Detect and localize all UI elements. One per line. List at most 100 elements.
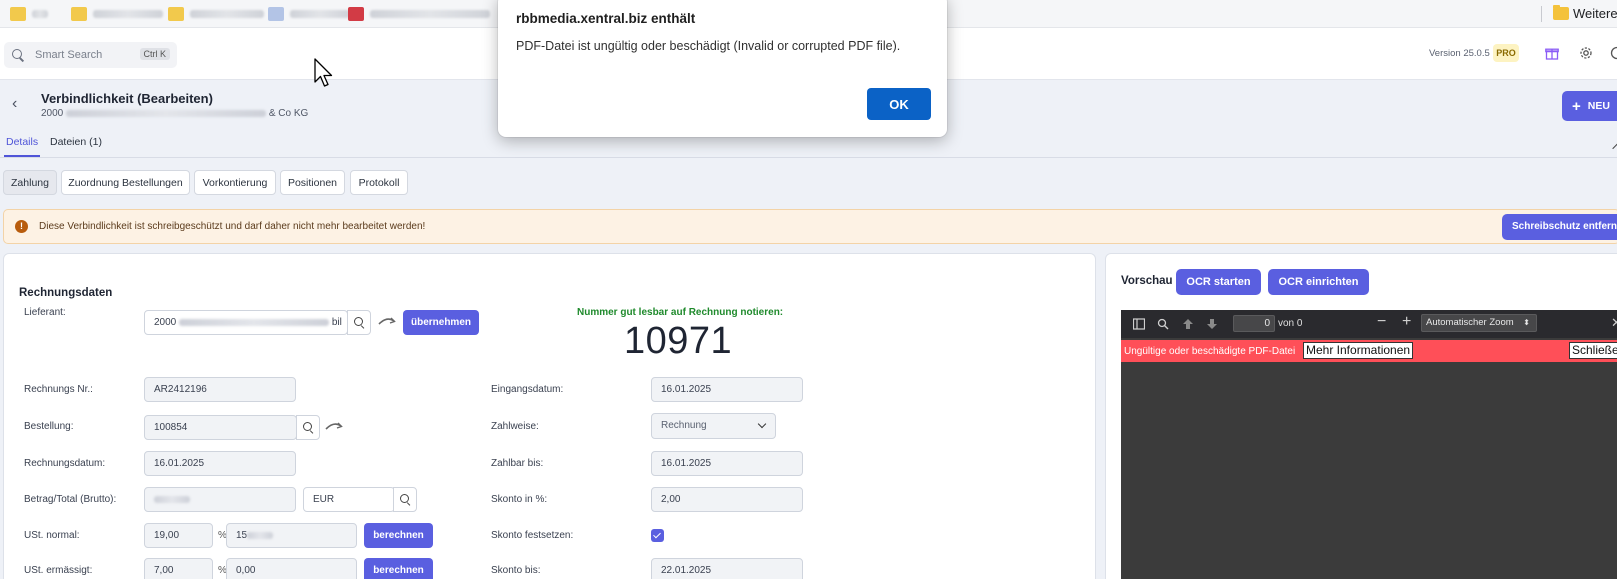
supplier-search-button[interactable] — [347, 310, 371, 335]
plan-badge: PRO — [1493, 44, 1519, 62]
previous-page-icon[interactable] — [1182, 318, 1194, 330]
readonly-warning: ! Diese Verbindlichkeit ist schreibgesch… — [3, 209, 1617, 244]
next-page-icon[interactable] — [1206, 318, 1218, 330]
number-hint: Nummer gut lesbar auf Rechnung notieren: — [577, 307, 784, 318]
payment-method-select[interactable]: Rechnung — [651, 413, 776, 439]
bookmarks-separator — [1541, 6, 1542, 22]
search-shortcut: Ctrl K — [139, 48, 170, 60]
search-icon — [303, 422, 315, 434]
zoom-select[interactable]: Automatischer Zoom ⬍ — [1421, 314, 1537, 332]
pdf-error-text: Ungültige oder beschädigte PDF-Datei — [1124, 346, 1296, 357]
amount-label: Betrag/Total (Brutto): — [24, 494, 117, 505]
back-arrow-icon[interactable]: ‹ — [12, 95, 17, 113]
redacted-text — [179, 318, 330, 326]
tab-details[interactable]: Details — [4, 134, 41, 157]
supplier-input[interactable]: 2000 bil — [144, 310, 348, 335]
mouse-cursor-icon — [314, 58, 333, 87]
bookmark-item[interactable] — [10, 6, 48, 22]
updown-chevron-icon: ⬍ — [1523, 318, 1530, 327]
smart-search[interactable]: Smart Search Ctrl K — [4, 42, 177, 68]
calc-vat-reduced-button[interactable]: berechnen — [364, 558, 433, 579]
chevron-down-icon — [757, 419, 767, 429]
page-number-input[interactable]: 0 — [1233, 315, 1275, 332]
gear-icon[interactable] — [1579, 46, 1593, 60]
more-bookmarks[interactable]: Weitere — [1553, 5, 1617, 21]
receipt-date-input[interactable]: 16.01.2025 — [651, 377, 803, 402]
gift-icon[interactable] — [1545, 46, 1559, 60]
close-icon[interactable]: ✕ — [1611, 316, 1617, 329]
sidebar-toggle-icon[interactable] — [1133, 318, 1145, 330]
warning-text: Diese Verbindlichkeit ist schreibgeschüt… — [39, 221, 426, 232]
invoice-no-input[interactable]: AR2412196 — [144, 377, 296, 402]
zoom-value: Automatischer Zoom — [1426, 317, 1514, 328]
redacted-text — [247, 531, 274, 539]
vat-normal-rate-input[interactable]: 19,00 — [144, 523, 213, 548]
version-label: Version 25.0.5 — [1429, 48, 1490, 59]
invoice-no-label: Rechnungs Nr.: — [24, 384, 93, 395]
alert-dialog: rbbmedia.xentral.biz enthält PDF-Datei i… — [498, 0, 947, 137]
search-icon — [354, 317, 366, 329]
redacted-text — [154, 495, 190, 503]
bookmark-item[interactable] — [168, 6, 264, 22]
currency-input[interactable]: EUR — [303, 487, 395, 512]
search-placeholder: Smart Search — [35, 49, 103, 61]
help-icon[interactable] — [1610, 46, 1617, 60]
tab-files[interactable]: Dateien (1) — [48, 134, 104, 155]
search-icon — [400, 494, 412, 506]
bookmark-item[interactable] — [348, 6, 490, 22]
calc-vat-normal-button[interactable]: berechnen — [364, 523, 433, 548]
vat-amount-prefix: 15 — [236, 530, 248, 541]
more-info-button[interactable]: Mehr Informationen — [1303, 342, 1414, 359]
dialog-message: PDF-Datei ist ungültig oder beschädigt (… — [516, 39, 901, 53]
discount-until-input[interactable]: 22.01.2025 — [651, 558, 803, 579]
vat-reduced-rate-input[interactable]: 7,00 — [144, 558, 213, 579]
more-bookmarks-label: Weitere — [1573, 6, 1617, 21]
ocr-start-button[interactable]: OCR starten — [1176, 269, 1261, 295]
bookmark-item[interactable] — [268, 6, 350, 22]
vat-reduced-label: USt. ermässigt: — [24, 565, 93, 576]
zoom-out-icon[interactable]: − — [1377, 314, 1389, 330]
page-count-label: von 0 — [1278, 318, 1303, 329]
discount-fix-checkbox[interactable] — [651, 529, 664, 542]
subtab-precoding[interactable]: Vorkontierung — [194, 170, 276, 195]
subtab-payment[interactable]: Zahlung — [3, 170, 57, 195]
subtitle-suffix: & Co KG — [268, 108, 309, 119]
subtab-log[interactable]: Protokoll — [350, 170, 408, 195]
ocr-setup-button[interactable]: OCR einrichten — [1268, 269, 1369, 295]
order-input[interactable]: 100854 — [144, 415, 297, 440]
preview-title: Vorschau — [1121, 275, 1173, 287]
payment-method-label: Zahlweise: — [491, 421, 539, 432]
vat-reduced-amount-input[interactable]: 0,00 — [226, 558, 357, 579]
amount-input[interactable] — [144, 487, 296, 512]
dialog-ok-button[interactable]: OK — [867, 88, 931, 120]
invoice-date-input[interactable]: 16.01.2025 — [144, 451, 296, 476]
zoom-in-icon[interactable]: + — [1402, 314, 1414, 330]
remove-write-protection-button[interactable]: Schreibschutz entfern — [1502, 214, 1617, 240]
pdf-viewer[interactable]: 0 von 0 − + Automatischer Zoom ⬍ ✕ Ungül… — [1121, 310, 1617, 579]
supplier-value-prefix: 2000 — [154, 317, 177, 328]
redo-arrow-icon[interactable] — [378, 316, 396, 326]
new-button[interactable]: + NEU — [1562, 91, 1617, 121]
redo-arrow-icon[interactable] — [325, 421, 343, 431]
pdf-toolbar: 0 von 0 − + Automatischer Zoom ⬍ ✕ — [1121, 310, 1617, 338]
subtab-positions[interactable]: Positionen — [280, 170, 345, 195]
payable-until-input[interactable]: 16.01.2025 — [651, 451, 803, 476]
subtab-order-assignment[interactable]: Zuordnung Bestellungen — [61, 170, 190, 195]
discount-pct-input[interactable]: 2,00 — [651, 487, 803, 512]
discount-until-label: Skonto bis: — [491, 565, 541, 576]
invoice-date-label: Rechnungsdatum: — [24, 458, 106, 469]
order-label: Bestellung: — [24, 421, 74, 432]
discount-fix-label: Skonto festsetzen: — [491, 530, 574, 541]
find-icon[interactable] — [1157, 318, 1169, 330]
page-title: Verbindlichkeit (Bearbeiten) — [41, 91, 213, 106]
payment-method-value: Rechnung — [661, 420, 707, 431]
discount-pct-label: Skonto in %: — [491, 494, 548, 505]
currency-search-button[interactable] — [393, 487, 417, 512]
vat-normal-amount-input[interactable]: 15 — [226, 523, 357, 548]
apply-button[interactable]: übernehmen — [403, 310, 479, 335]
close-error-button[interactable]: Schließen — [1569, 342, 1617, 359]
document-number: 10971 — [624, 320, 733, 362]
bookmark-item[interactable] — [71, 6, 163, 22]
search-icon — [12, 49, 24, 61]
order-search-button[interactable] — [296, 415, 320, 440]
